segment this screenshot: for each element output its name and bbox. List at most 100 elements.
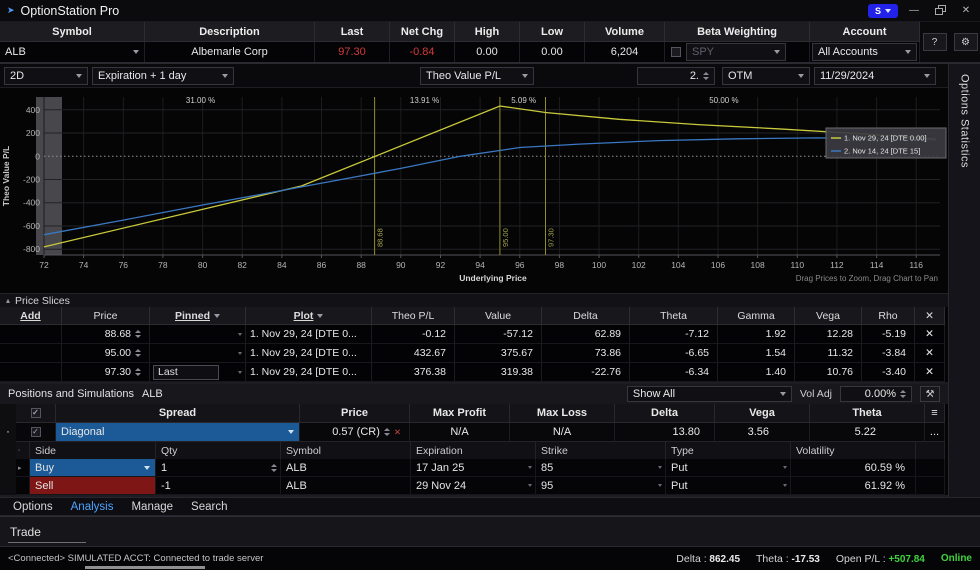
dropdown-icon (528, 466, 532, 469)
slice-price-input[interactable]: 95.00 (62, 344, 150, 363)
settings-button[interactable]: ⚙ (954, 33, 978, 51)
beta-symbol-value: SPY (692, 46, 714, 58)
step-spinner[interactable] (703, 72, 709, 80)
svg-text:97.30: 97.30 (547, 228, 556, 247)
dropdown-icon (133, 50, 139, 54)
svg-text:100: 100 (592, 260, 606, 270)
slice-price-input[interactable]: 97.30 (62, 363, 150, 382)
remove-all-slices-button[interactable]: ✕ (915, 307, 945, 325)
qty-spinner[interactable] (271, 464, 277, 472)
symbol-value: ALB (5, 46, 26, 58)
optionstation-window: ➤ OptionStation Pro S — ✕ Symbol Descrip… (0, 0, 980, 570)
positions-table: ▪ ✓ Spread Price Max Profit Max Loss Del… (0, 404, 945, 495)
svg-text:88.68: 88.68 (376, 228, 385, 247)
trade-panel-header[interactable]: Trade (0, 516, 980, 546)
tab-search[interactable]: Search (182, 501, 236, 513)
dropdown-icon (658, 466, 662, 469)
svg-text:-800: -800 (23, 244, 40, 254)
slice-vega: 11.32 (795, 344, 862, 363)
pl-chart-area: 4002000-200-400-600-80072747678808284868… (0, 88, 948, 293)
remove-slice-button[interactable]: ✕ (915, 344, 945, 363)
pinned-select[interactable]: Last (150, 363, 246, 382)
side-select[interactable]: Sell (30, 477, 156, 495)
beta-weighting-cell: SPY (665, 42, 810, 62)
col-qty: Qty (156, 442, 281, 459)
spread-price-input[interactable]: 0.57 (CR) ✕ (300, 423, 410, 442)
type-select[interactable]: Put (666, 477, 791, 495)
moneyness-select[interactable]: OTM (722, 67, 810, 85)
link-badge[interactable]: S (868, 4, 898, 18)
plot-select[interactable]: 1. Nov 29, 24 [DTE 0... (246, 325, 372, 344)
svg-text:31.00 %: 31.00 % (186, 96, 215, 105)
qty-input[interactable]: 1 (156, 459, 281, 477)
remove-slice-button[interactable]: ✕ (915, 363, 945, 382)
clear-price-icon[interactable]: ✕ (394, 427, 401, 438)
dropdown-icon (317, 314, 323, 318)
svg-text:0: 0 (35, 151, 40, 161)
type-select[interactable]: Put (666, 459, 791, 477)
help-button[interactable]: ? (923, 33, 947, 51)
side-select[interactable]: Buy (30, 459, 156, 477)
pl-chart[interactable]: 4002000-200-400-600-80072747678808284868… (0, 88, 948, 293)
tab-options[interactable]: Options (4, 501, 62, 513)
remove-slice-button[interactable]: ✕ (915, 325, 945, 344)
expiration-mode-select[interactable]: Expiration + 1 day (92, 67, 234, 85)
symbol-select[interactable]: ALB (0, 43, 144, 61)
view-mode-value: 2D (10, 70, 24, 82)
strike-select[interactable]: 95 (536, 477, 666, 495)
expander-icon[interactable]: ▪ (0, 423, 16, 442)
col-plot[interactable]: Plot (246, 307, 372, 325)
expiration-select[interactable]: 17 Jan 25 (411, 459, 536, 477)
legs-column-header: ▫ Side Qty Symbol Expiration Strike Type… (16, 442, 945, 459)
svg-text:400: 400 (26, 105, 40, 115)
plot-select[interactable]: 1. Nov 29, 24 [DTE 0... (246, 363, 372, 382)
date-select[interactable]: 11/29/2024 (814, 67, 936, 85)
vol-adj-input[interactable]: 0.00% (840, 386, 912, 402)
column-menu-icon[interactable]: ≡ (925, 404, 945, 423)
options-statistics-tab[interactable]: Options Statistics (948, 64, 980, 497)
qty-input[interactable]: -1 (156, 477, 281, 495)
plot-select[interactable]: 1. Nov 29, 24 [DTE 0... (246, 344, 372, 363)
tools-button[interactable]: ⚒ (920, 386, 940, 402)
tab-manage[interactable]: Manage (122, 501, 182, 513)
show-all-select[interactable]: Show All (627, 386, 792, 402)
positions-header: Positions and Simulations ALB Show All V… (0, 384, 948, 404)
strike-select[interactable]: 85 (536, 459, 666, 477)
step-input[interactable]: 2. (637, 67, 715, 85)
spread-price-spinner[interactable] (384, 428, 390, 436)
low-value: 0.00 (520, 42, 585, 62)
slice-theo-pl: 376.38 (372, 363, 455, 382)
dropdown-icon (76, 74, 82, 78)
col-description: Description (145, 22, 315, 42)
beta-symbol-select[interactable]: SPY (686, 43, 786, 61)
view-mode-select[interactable]: 2D (4, 67, 88, 85)
price-spinner[interactable] (135, 330, 141, 338)
spread-checkbox[interactable]: ✓ (31, 427, 41, 437)
slice-delta: 73.86 (542, 344, 630, 363)
col-symbol: Symbol (0, 22, 145, 42)
metric-select[interactable]: Theo Value P/L (420, 67, 534, 85)
spread-type-select[interactable]: Diagonal (56, 423, 300, 442)
beta-weighting-checkbox[interactable] (671, 47, 681, 57)
row-more-button[interactable]: ... (925, 423, 945, 442)
pinned-select[interactable] (150, 344, 246, 363)
leg-expander-icon[interactable]: ▸ (16, 459, 30, 477)
tab-analysis[interactable]: Analysis (62, 501, 123, 513)
price-spinner[interactable] (135, 349, 141, 357)
expiration-select[interactable]: 29 Nov 24 (411, 477, 536, 495)
vol-adj-spinner[interactable] (900, 390, 906, 398)
select-all-checkbox[interactable]: ✓ (31, 408, 41, 418)
col-strike: Strike (536, 442, 666, 459)
col-low: Low (520, 22, 585, 42)
price-spinner[interactable] (135, 368, 141, 376)
minimize-button[interactable]: — (904, 5, 924, 16)
restore-button[interactable] (930, 5, 950, 17)
account-select[interactable]: All Accounts (812, 43, 917, 61)
svg-text:-200: -200 (23, 175, 40, 185)
slice-price-input[interactable]: 88.68 (62, 325, 150, 344)
close-button[interactable]: ✕ (956, 5, 976, 16)
price-slices-header[interactable]: ▴ Price Slices (0, 293, 980, 307)
pinned-select[interactable] (150, 325, 246, 344)
col-pinned[interactable]: Pinned (150, 307, 246, 325)
add-slice-link[interactable]: Add (20, 310, 40, 322)
